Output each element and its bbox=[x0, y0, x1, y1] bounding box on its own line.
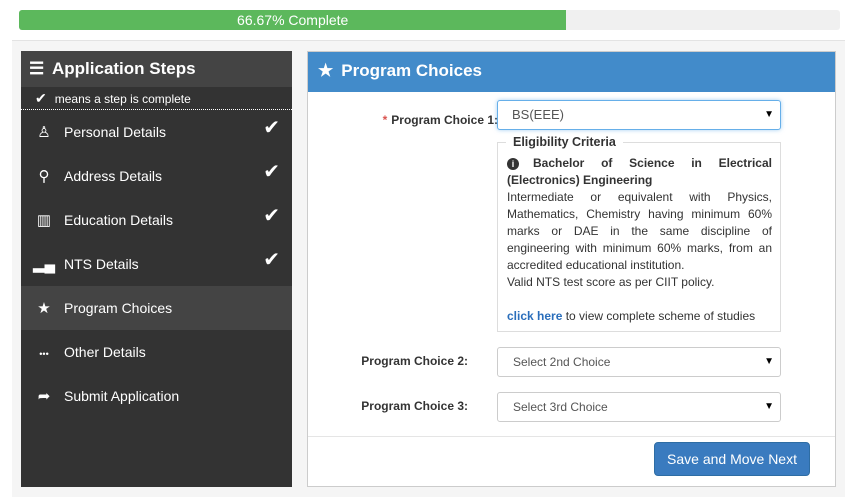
sidebar-legend: ✔ means a step is complete bbox=[21, 87, 292, 110]
nts-text: Valid NTS test score as per CIIT policy. bbox=[507, 275, 715, 289]
check-icon: ✔ bbox=[263, 117, 280, 139]
program-choice-1-label: * Program Choice 1: bbox=[338, 113, 498, 127]
sidebar: ☰ Application Steps ✔ means a step is comp… bbox=[21, 51, 292, 487]
sidebar-header: ☰ Application Steps bbox=[21, 51, 292, 87]
program-choice-3-label: Program Choice 3: bbox=[361, 399, 468, 413]
sidebar-item-label: Education Details bbox=[64, 212, 173, 228]
menu-icon: ☰ bbox=[29, 59, 45, 78]
requirement-text: Intermediate or equivalent with Physics,… bbox=[507, 190, 772, 272]
bar-chart-icon: ▂▄ bbox=[33, 256, 56, 273]
sidebar-item-label: Personal Details bbox=[64, 124, 166, 140]
sidebar-item-program-choices[interactable]: ★ Program Choices bbox=[21, 286, 292, 330]
panel-header: ★ Program Choices bbox=[308, 52, 835, 92]
program-name: Bachelor of Science in Electrical (Elect… bbox=[507, 156, 772, 187]
panel-title: Program Choices bbox=[341, 61, 483, 80]
progress-fill: 66.67% Complete bbox=[19, 10, 567, 30]
info-icon: i bbox=[507, 158, 519, 170]
star-icon: ★ bbox=[318, 61, 334, 80]
sidebar-item-label: Submit Application bbox=[64, 388, 180, 404]
criteria-legend: Eligibility Criteria bbox=[506, 135, 623, 149]
caret-down-icon: ▼ bbox=[764, 401, 774, 412]
map-marker-icon: ⚲ bbox=[38, 168, 50, 185]
caret-down-icon: ▼ bbox=[764, 109, 774, 120]
program-choice-3-select[interactable]: Select 3rd Choice ▼ bbox=[497, 392, 781, 422]
sidebar-item-other-details[interactable]: ••• Other Details bbox=[21, 330, 292, 374]
book-icon: ▥ bbox=[36, 212, 52, 229]
required-marker: * bbox=[382, 113, 388, 127]
progress-bar: 66.67% Complete bbox=[19, 10, 840, 30]
caret-down-icon: ▼ bbox=[764, 356, 774, 367]
star-icon: ★ bbox=[37, 300, 51, 317]
sidebar-title: Application Steps bbox=[52, 59, 196, 78]
program-choice-1-select[interactable]: BS(EEE) ▼ bbox=[497, 100, 781, 130]
sidebar-item-address-details[interactable]: ⚲ Address Details ✔ bbox=[21, 154, 292, 198]
program-choices-panel: ★ Program Choices * Program Choice 1: BS(E… bbox=[307, 51, 836, 487]
link-suffix: to view complete scheme of studies bbox=[562, 309, 756, 323]
check-icon: ✔ bbox=[35, 90, 47, 106]
person-icon: ♙ bbox=[37, 124, 51, 141]
program-choice-2-label: Program Choice 2: bbox=[361, 354, 468, 368]
save-and-next-button[interactable]: Save and Move Next bbox=[654, 442, 810, 476]
sidebar-item-label: Other Details bbox=[64, 344, 146, 360]
check-icon: ✔ bbox=[263, 161, 280, 183]
program-choice-2-select[interactable]: Select 2nd Choice ▼ bbox=[497, 347, 781, 377]
check-icon: ✔ bbox=[263, 249, 280, 271]
selected-value: Select 2nd Choice bbox=[513, 355, 611, 369]
sidebar-item-label: NTS Details bbox=[64, 256, 139, 272]
ellipsis-icon: ••• bbox=[39, 349, 49, 359]
scheme-link[interactable]: click here bbox=[507, 309, 562, 323]
selected-value: Select 3rd Choice bbox=[513, 400, 608, 414]
legend-text: means a step is complete bbox=[54, 92, 191, 106]
eligibility-criteria: Eligibility Criteria i Bachelor of Scienc… bbox=[497, 135, 781, 332]
sidebar-item-label: Program Choices bbox=[64, 300, 173, 316]
sidebar-item-nts-details[interactable]: ▂▄ NTS Details ✔ bbox=[21, 242, 292, 286]
sidebar-item-education-details[interactable]: ▥ Education Details ✔ bbox=[21, 198, 292, 242]
check-icon: ✔ bbox=[263, 205, 280, 227]
share-arrow-icon: ➦ bbox=[37, 388, 51, 405]
sidebar-item-label: Address Details bbox=[64, 168, 163, 184]
sidebar-item-personal-details[interactable]: ♙ Personal Details ✔ bbox=[21, 110, 292, 154]
divider bbox=[308, 436, 835, 437]
label-text: Program Choice 1: bbox=[391, 113, 498, 127]
sidebar-item-submit-application[interactable]: ➦ Submit Application bbox=[21, 374, 292, 418]
selected-value: BS(EEE) bbox=[512, 107, 565, 122]
